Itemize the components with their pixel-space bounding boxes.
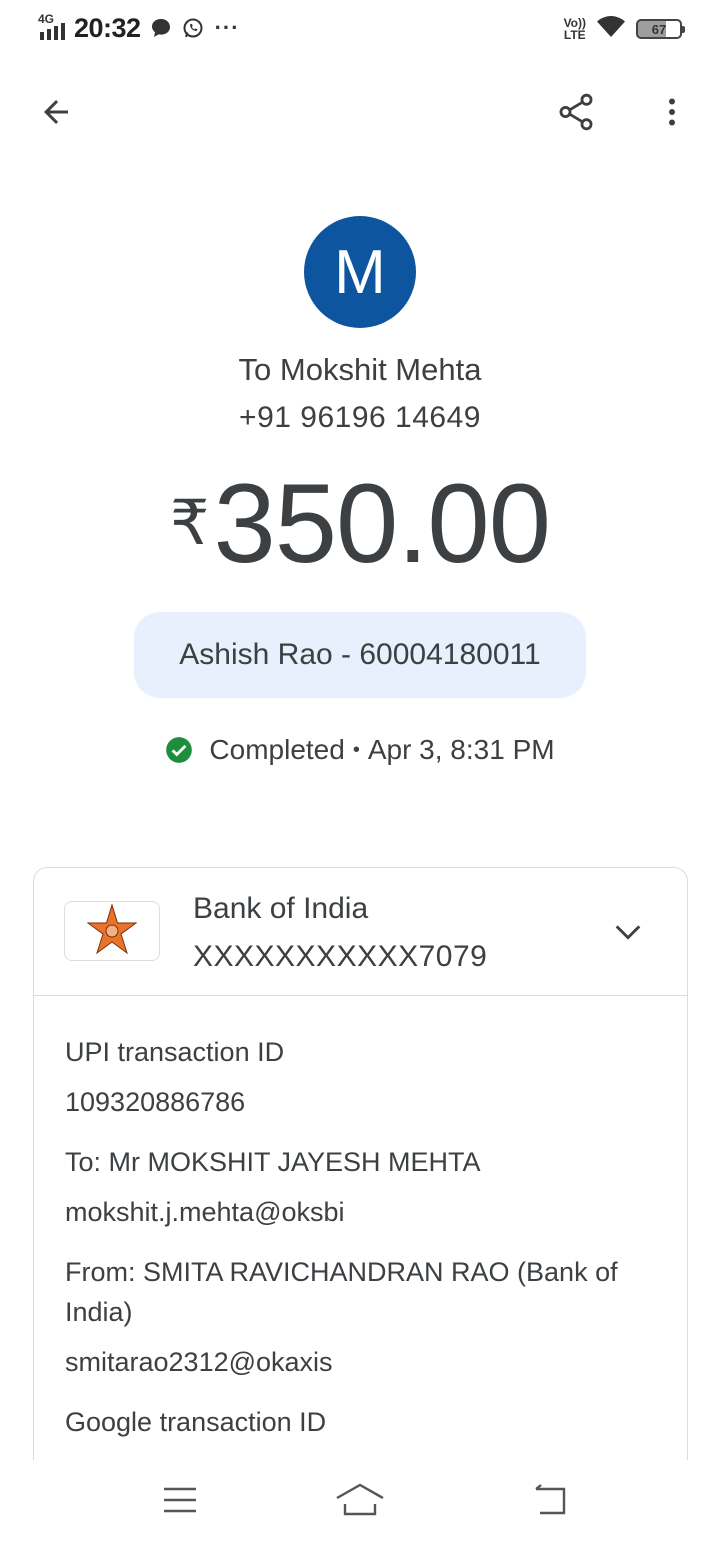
status-bar-right: Vo)) LTE 67: [564, 14, 685, 44]
volte-icon: Vo)) LTE: [564, 17, 586, 41]
whatsapp-icon: [181, 16, 205, 40]
volte-bottom: LTE: [563, 28, 586, 42]
menu-icon: [164, 1487, 196, 1513]
to-upi-id[interactable]: mokshit.j.mehta@oksbi: [65, 1192, 665, 1232]
status-date: Apr 3, 8:31 PM: [367, 734, 555, 765]
to-label: To: Mr MOKSHIT JAYESH MEHTA: [65, 1147, 481, 1177]
upi-transaction-id-label: UPI transaction ID: [65, 1037, 285, 1067]
share-button[interactable]: [550, 86, 602, 138]
upi-transaction-id-value[interactable]: 109320886786: [65, 1082, 665, 1122]
nav-back-button[interactable]: [525, 1480, 575, 1520]
payment-amount: ₹ 350.00: [0, 468, 720, 580]
chevron-down-icon: [615, 925, 641, 940]
battery-level: 67: [651, 21, 667, 37]
payer-chip-label: Ashish Rao - 60004180011: [179, 638, 541, 671]
transaction-details-card: Bank of India XXXXXXXXXXX7079 UPI transa…: [33, 867, 688, 1507]
chat-bubble-icon: [149, 16, 173, 40]
amount-value: 350.00: [213, 461, 551, 586]
transaction-status: Completed • Apr 3, 8:31 PM: [0, 734, 720, 766]
app-bar: [0, 80, 720, 144]
details-list: UPI transaction ID 109320886786 To: Mr M…: [65, 1032, 665, 1442]
bank-account-row[interactable]: Bank of India XXXXXXXXXXX7079: [34, 868, 687, 996]
expand-button[interactable]: [608, 912, 648, 952]
more-options-button[interactable]: [646, 86, 698, 138]
signal-icon: 4G: [38, 12, 72, 42]
check-circle-icon: [165, 736, 193, 764]
arrow-left-icon: [44, 100, 68, 124]
bank-name: Bank of India: [193, 892, 369, 925]
status-bar: 4G 20:32 ··· Vo)) LTE 67: [0, 0, 720, 56]
share-icon: [559, 93, 593, 131]
home-icon: [336, 1483, 384, 1516]
currency-symbol: ₹: [169, 489, 210, 558]
google-transaction-id-label: Google transaction ID: [65, 1407, 327, 1437]
status-time: 20:32: [74, 12, 141, 43]
battery-icon: 67: [636, 19, 685, 39]
from-label: From: SMITA RAVICHANDRAN RAO (Bank of In…: [65, 1257, 618, 1327]
nav-home-button[interactable]: [335, 1480, 385, 1520]
recipient-avatar: M: [304, 216, 416, 328]
status-bar-left: 4G 20:32 ···: [38, 12, 240, 44]
navigation-bar: [0, 1460, 720, 1544]
recipient-phone: +91 96196 14649: [239, 401, 481, 434]
wifi-icon: [596, 15, 626, 44]
more-vert-icon: [669, 98, 675, 126]
status-text: Completed: [209, 734, 345, 765]
bank-account-number: XXXXXXXXXXX7079: [193, 940, 488, 973]
back-button[interactable]: [30, 86, 82, 138]
nav-menu-button[interactable]: [155, 1480, 205, 1520]
status-separator: •: [352, 738, 360, 761]
recipient-name: To Mokshit Mehta: [238, 352, 482, 387]
from-upi-id[interactable]: smitarao2312@okaxis: [65, 1342, 665, 1382]
payer-chip: Ashish Rao - 60004180011: [134, 612, 586, 698]
more-notifications-icon: ···: [214, 15, 240, 40]
bank-of-india-logo-icon: [64, 901, 160, 961]
back-nav-icon: [535, 1484, 566, 1515]
